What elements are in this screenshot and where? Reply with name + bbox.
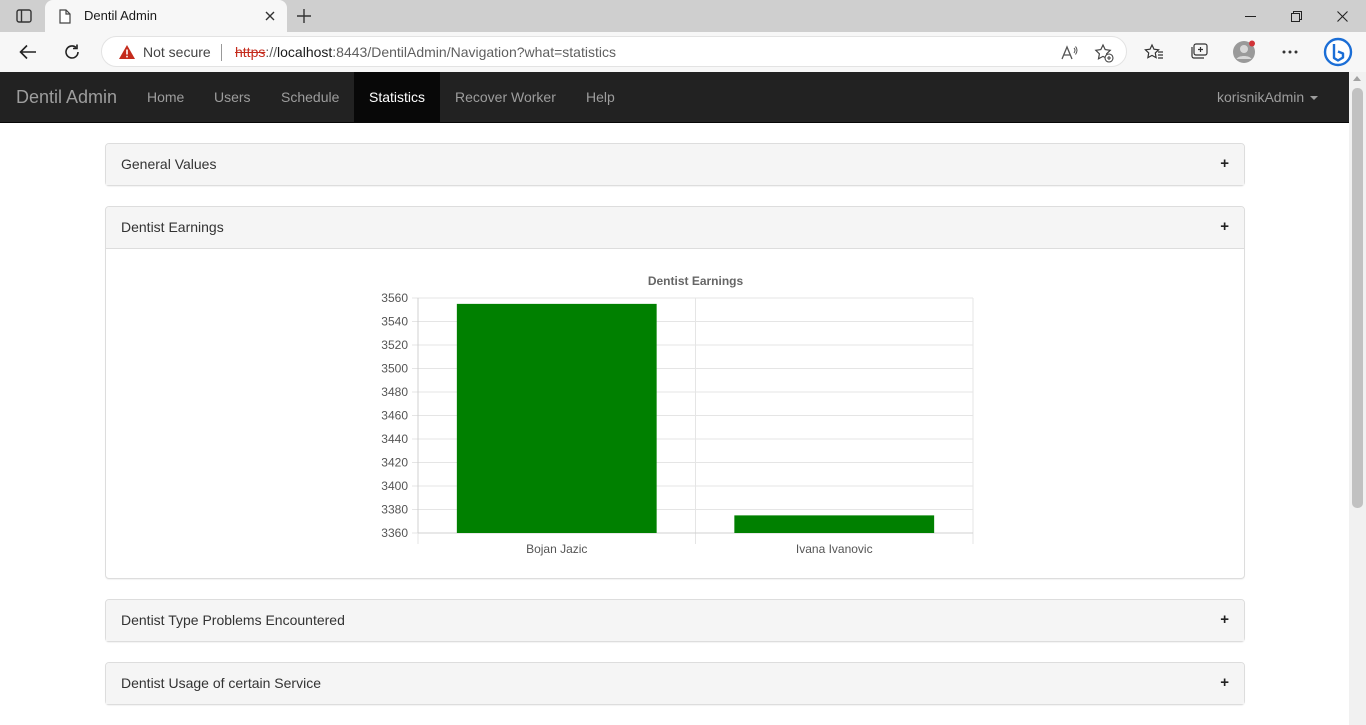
close-tab-icon[interactable] <box>261 7 279 25</box>
favorites-icon[interactable] <box>1142 40 1166 64</box>
y-tick-label: 3380 <box>381 503 408 517</box>
panel-heading[interactable]: Dentist Type Problems Encountered + <box>106 600 1244 641</box>
panel-title[interactable]: Dentist Usage of certain Service <box>121 675 321 691</box>
y-tick-label: 3400 <box>381 479 408 493</box>
panel-title[interactable]: Dentist Earnings <box>121 219 224 235</box>
y-tick-label: 3420 <box>381 456 408 470</box>
nav-item-help[interactable]: Help <box>571 72 630 122</box>
panel-dentist-type-problems: Dentist Type Problems Encountered + <box>105 599 1245 642</box>
y-tick-label: 3460 <box>381 409 408 423</box>
panel-heading[interactable]: Dentist Usage of certain Service + <box>106 663 1244 704</box>
panel-heading[interactable]: General Values + <box>106 144 1244 185</box>
expand-icon[interactable]: + <box>1220 611 1229 628</box>
close-window-icon[interactable] <box>1322 4 1362 28</box>
expand-icon[interactable]: + <box>1220 674 1229 691</box>
tab-actions-icon[interactable] <box>10 6 38 26</box>
back-icon[interactable] <box>16 40 40 64</box>
scrollbar-thumb[interactable] <box>1352 88 1363 508</box>
bar <box>456 303 657 533</box>
browser-tab-strip: Dentil Admin <box>0 0 1366 32</box>
more-options-icon[interactable] <box>1278 40 1302 64</box>
url-path: :8443/DentilAdmin/Navigation?what=statis… <box>332 44 616 60</box>
address-bar[interactable]: Not secure https://localhost:8443/Dentil… <box>101 36 1127 67</box>
url-text[interactable]: https://localhost:8443/DentilAdmin/Navig… <box>235 44 616 60</box>
page-icon <box>59 9 71 29</box>
y-tick-label: 3520 <box>381 338 408 352</box>
expand-icon[interactable]: + <box>1220 218 1229 235</box>
scroll-up-arrow-icon[interactable] <box>1353 76 1361 81</box>
panel-title[interactable]: Dentist Type Problems Encountered <box>121 612 345 628</box>
add-favorite-icon[interactable] <box>1093 42 1115 64</box>
y-tick-label: 3480 <box>381 385 408 399</box>
panel-dentist-service-usage: Dentist Usage of certain Service + <box>105 662 1245 705</box>
read-aloud-icon[interactable] <box>1058 42 1080 64</box>
chevron-down-icon <box>1310 96 1319 101</box>
url-separator: :// <box>265 44 278 60</box>
profile-avatar-icon[interactable] <box>1232 40 1256 64</box>
warning-icon[interactable] <box>118 44 136 65</box>
page-scrollbar[interactable] <box>1349 72 1366 725</box>
nav-item-users[interactable]: Users <box>199 72 266 122</box>
panel-body: Dentist Earnings 3360 3380 3400 3420 3440 3460… <box>106 248 1244 578</box>
nav-item-schedule[interactable]: Schedule <box>266 72 354 122</box>
y-tick-label: 3500 <box>381 362 408 376</box>
tab-title: Dentil Admin <box>84 8 157 23</box>
browser-toolbar: Not secure https://localhost:8443/Dentil… <box>0 32 1366 72</box>
restore-icon[interactable] <box>1276 4 1316 28</box>
user-name: korisnikAdmin <box>1217 89 1305 105</box>
y-tick-label: 3560 <box>381 291 408 305</box>
top-navbar: Dentil Admin Home Users Schedule Statist… <box>0 72 1349 123</box>
panel-general-values: General Values + <box>105 143 1245 186</box>
new-tab-icon[interactable] <box>294 6 314 26</box>
bar <box>734 515 935 533</box>
navbar-brand[interactable]: Dentil Admin <box>16 87 117 108</box>
panel-title[interactable]: General Values <box>121 156 216 172</box>
user-menu-dropdown[interactable]: korisnikAdmin <box>1217 72 1319 122</box>
x-tick-label: Bojan Jazic <box>526 542 587 556</box>
nav-item-recover-worker[interactable]: Recover Worker <box>440 72 571 122</box>
x-tick-label: Ivana Ivanovic <box>796 542 873 556</box>
nav-item-home[interactable]: Home <box>132 72 199 122</box>
security-label[interactable]: Not secure <box>143 44 211 60</box>
y-tick-label: 3360 <box>381 526 408 540</box>
refresh-icon[interactable] <box>60 40 84 64</box>
panel-dentist-earnings: Dentist Earnings + Dentist Earnings 3360 3… <box>105 206 1245 579</box>
dentist-earnings-chart: Dentist Earnings 3360 3380 3400 3420 3440 3460… <box>381 274 974 556</box>
url-host: localhost <box>277 44 333 60</box>
collections-icon[interactable] <box>1187 40 1211 64</box>
browser-tab[interactable]: Dentil Admin <box>45 0 287 32</box>
minimize-icon[interactable] <box>1230 4 1270 28</box>
page-viewport: Dentil Admin Home Users Schedule Statist… <box>0 72 1366 725</box>
nav-item-statistics[interactable]: Statistics <box>354 72 440 122</box>
address-separator <box>221 44 222 61</box>
chart-title: Dentist Earnings <box>648 274 744 288</box>
bing-copilot-icon[interactable] <box>1321 35 1355 69</box>
url-scheme: https <box>235 44 266 60</box>
expand-icon[interactable]: + <box>1220 155 1229 172</box>
panel-heading[interactable]: Dentist Earnings + <box>106 207 1244 248</box>
y-tick-label: 3440 <box>381 432 408 446</box>
y-tick-label: 3540 <box>381 315 408 329</box>
